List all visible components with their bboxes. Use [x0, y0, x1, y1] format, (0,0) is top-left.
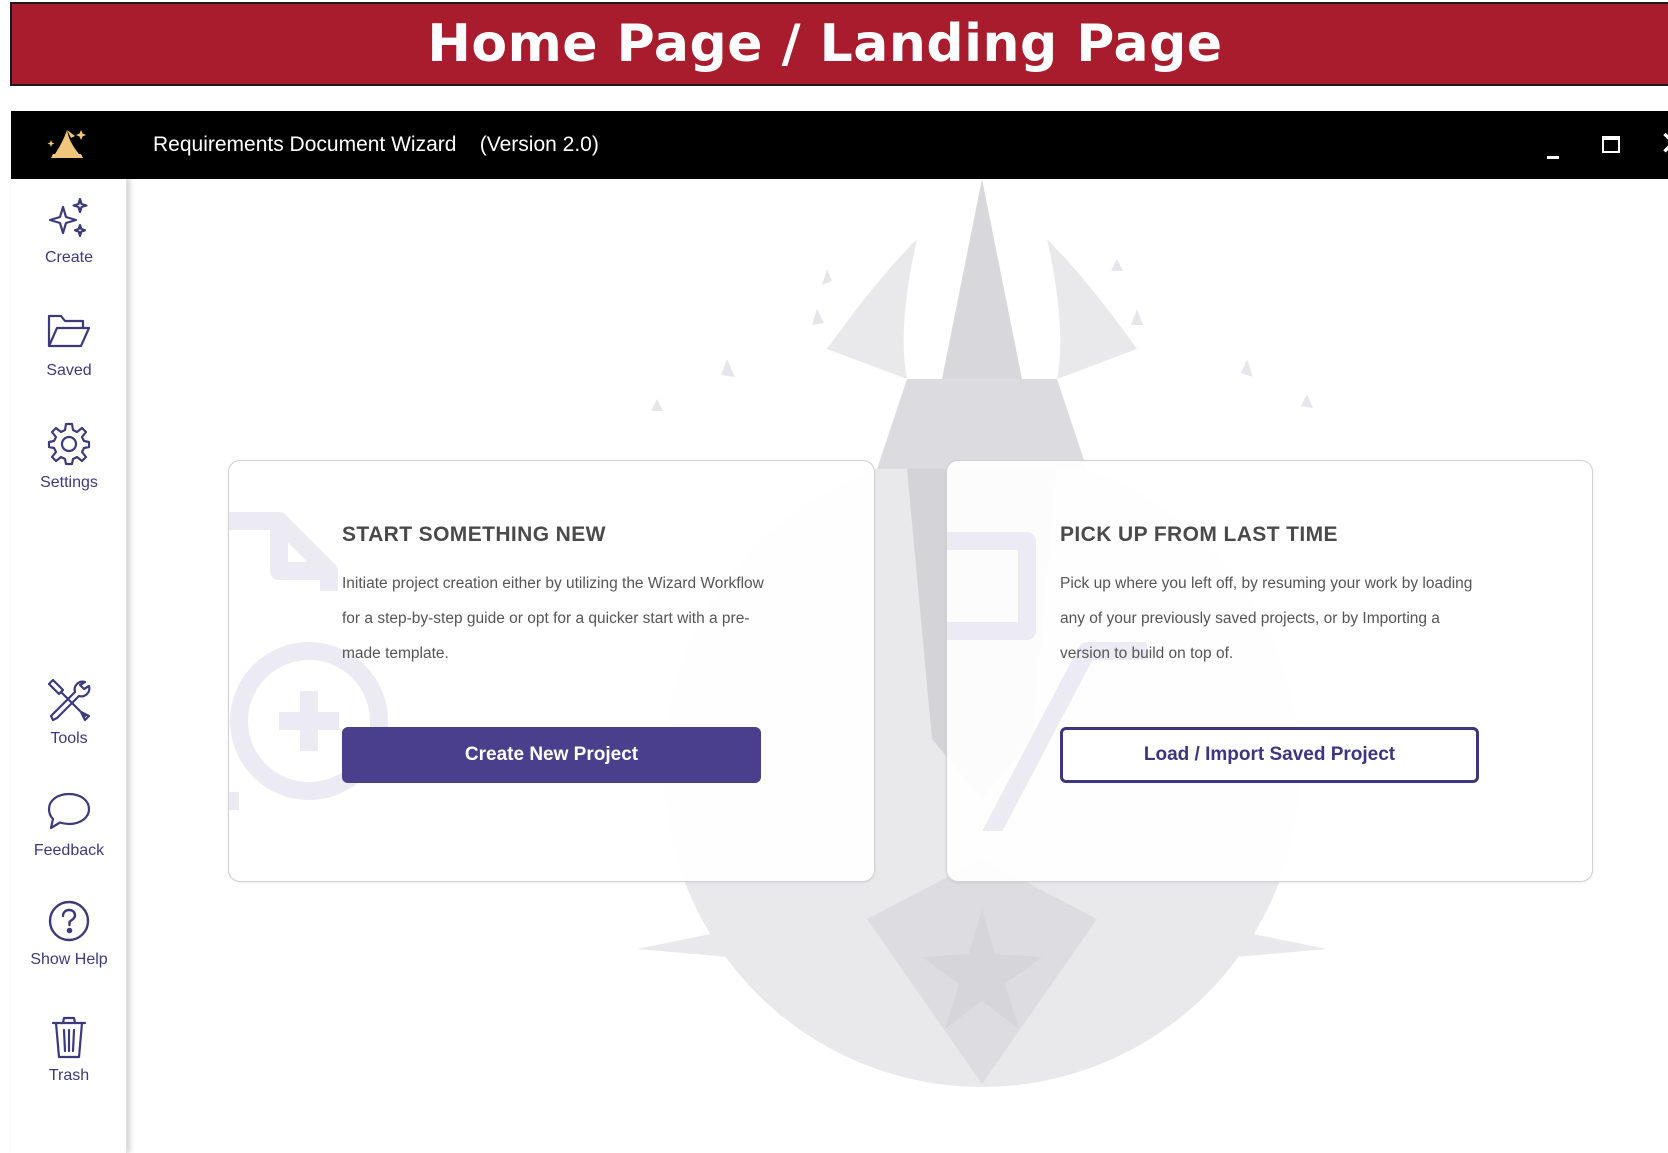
sidebar-item-label: Tools: [50, 730, 88, 747]
card-title: START SOMETHING NEW: [342, 523, 606, 546]
sidebar-item-label: Trash: [48, 1067, 90, 1084]
sidebar-item-feedback[interactable]: Feedback: [11, 788, 127, 860]
sidebar-item-create[interactable]: Create: [11, 195, 127, 267]
trash-icon: [51, 1016, 87, 1059]
banner-title: Home Page / Landing Page: [427, 14, 1223, 74]
page-banner: Home Page / Landing Page: [10, 2, 1668, 86]
create-new-project-button[interactable]: Create New Project: [342, 727, 761, 783]
sidebar-item-saved[interactable]: Saved: [11, 308, 127, 380]
minimize-icon[interactable]: [1547, 135, 1561, 159]
sidebar-item-settings[interactable]: Settings: [11, 420, 127, 492]
card-title: PICK UP FROM LAST TIME: [1060, 523, 1338, 546]
sparkles-icon: [48, 197, 88, 238]
folder-icon: [47, 314, 91, 348]
sidebar-item-trash[interactable]: Trash: [11, 1013, 127, 1085]
wizard-hat-logo-icon: [47, 130, 86, 158]
tools-icon: [47, 678, 91, 722]
load-import-project-button[interactable]: Load / Import Saved Project: [1060, 727, 1479, 783]
main-content: START SOMETHING NEW Initiate project cre…: [127, 179, 1668, 1153]
gear-icon: [47, 422, 91, 466]
sidebar-item-label: Settings: [40, 474, 98, 491]
start-new-card: START SOMETHING NEW Initiate project cre…: [228, 460, 875, 882]
sidebar-item-label: Show Help: [30, 951, 108, 968]
open-folder-icon: [947, 532, 1147, 831]
new-document-icon: [229, 512, 388, 810]
app-titlebar: Requirements Document Wizard (Version 2.…: [11, 111, 1668, 179]
pick-up-card: PICK UP FROM LAST TIME Pick up where you…: [946, 460, 1593, 882]
maximize-icon[interactable]: [1602, 136, 1620, 153]
sidebar-item-label: Saved: [46, 362, 92, 379]
sidebar: Create Saved Settings Tools Feedback Sho…: [11, 179, 127, 1153]
help-circle-icon: [48, 900, 90, 942]
chat-bubble-icon: [47, 792, 91, 830]
close-icon[interactable]: ✕: [1659, 127, 1668, 161]
sidebar-item-show-help[interactable]: Show Help: [11, 897, 127, 969]
card-description: Initiate project creation either by util…: [342, 575, 764, 662]
sidebar-item-label: Feedback: [33, 842, 105, 859]
sidebar-item-tools[interactable]: Tools: [11, 676, 127, 748]
window-title: Requirements Document Wizard (Version 2.…: [153, 133, 599, 156]
card-description: Pick up where you left off, by resuming …: [1060, 575, 1473, 662]
sidebar-item-label: Create: [44, 249, 94, 266]
